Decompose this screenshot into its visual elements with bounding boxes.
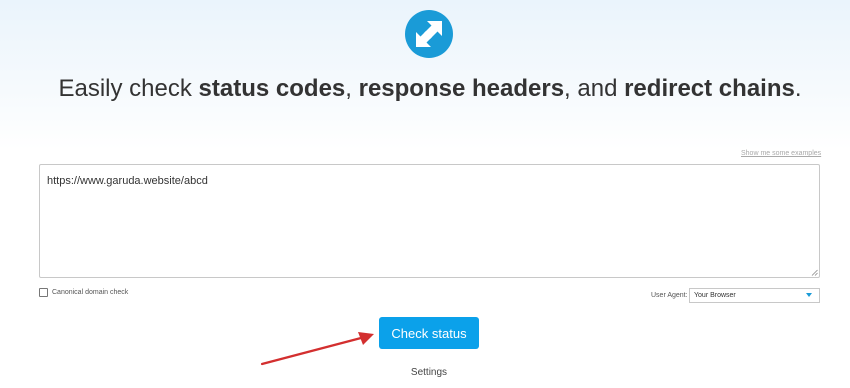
- canonical-label: Canonical domain check: [52, 289, 129, 296]
- canonical-checkbox[interactable]: [39, 288, 48, 297]
- url-input[interactable]: [39, 164, 820, 278]
- settings-link[interactable]: Settings: [0, 367, 850, 378]
- red-pointer-arrow-icon: [260, 332, 374, 366]
- headline: Easily check status codes, response head…: [58, 75, 802, 102]
- user-agent-value: Your Browser: [694, 292, 736, 299]
- check-status-button[interactable]: Check status: [379, 317, 479, 349]
- show-examples-link[interactable]: Show me some examples: [741, 150, 821, 157]
- canonical-check-option[interactable]: Canonical domain check: [39, 288, 128, 297]
- logo-icon: [405, 10, 453, 58]
- resize-grip-icon[interactable]: [811, 269, 818, 276]
- user-agent-select[interactable]: Your Browser: [689, 288, 820, 303]
- user-agent-label: User Agent:: [651, 292, 688, 299]
- chevron-down-icon: [806, 293, 812, 297]
